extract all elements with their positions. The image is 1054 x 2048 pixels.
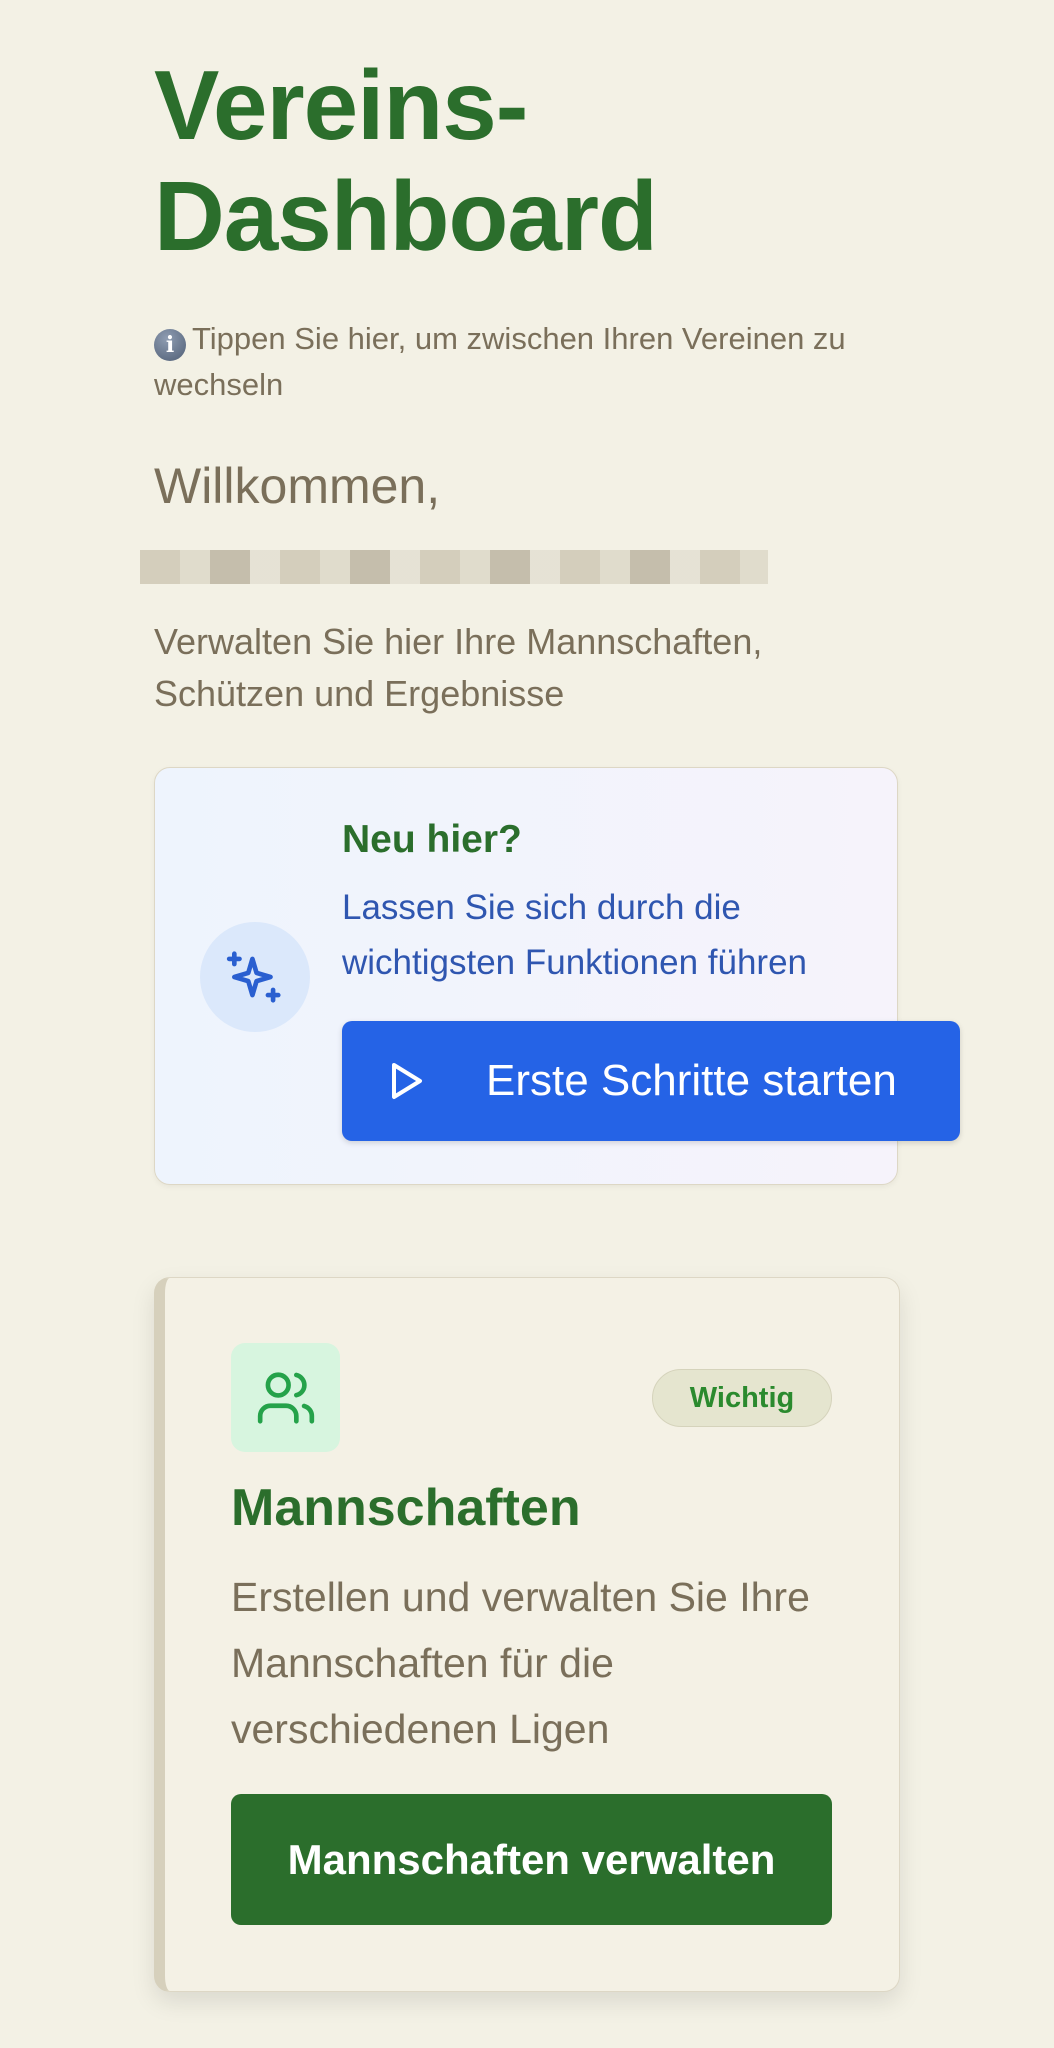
play-icon bbox=[392, 1063, 422, 1099]
manage-teams-button[interactable]: Mannschaften verwalten bbox=[231, 1794, 832, 1925]
start-onboarding-label: Erste Schritte starten bbox=[486, 1056, 897, 1105]
title-line-1: Vereins- bbox=[154, 50, 528, 160]
onboarding-text: Lassen Sie sich durch die wichtigsten Fu… bbox=[342, 888, 807, 982]
sparkles-icon bbox=[200, 922, 310, 1032]
welcome-text: Willkommen, bbox=[154, 458, 441, 514]
dashboard-subtitle: Verwalten Sie hier Ihre Mannschaften, Sc… bbox=[154, 621, 763, 714]
redacted-user-name bbox=[140, 550, 768, 584]
onboarding-title: Neu hier? bbox=[342, 818, 522, 861]
start-onboarding-button[interactable]: Erste Schritte starten bbox=[342, 1021, 960, 1141]
page-title: Vereins- Dashboard bbox=[154, 50, 658, 272]
users-icon bbox=[231, 1343, 340, 1452]
club-switch-hint-text: Tippen Sie hier, um zwischen Ihren Verei… bbox=[154, 321, 846, 402]
club-switch-hint[interactable]: i Tippen Sie hier, um zwischen Ihren Vere… bbox=[154, 316, 914, 408]
teams-description: Erstellen und verwalten Sie Ihre Mannsch… bbox=[231, 1574, 810, 1752]
teams-title: Mannschaften bbox=[231, 1479, 581, 1537]
info-icon: i bbox=[154, 329, 186, 361]
title-line-2: Dashboard bbox=[154, 161, 658, 271]
importance-badge: Wichtig bbox=[652, 1369, 832, 1427]
